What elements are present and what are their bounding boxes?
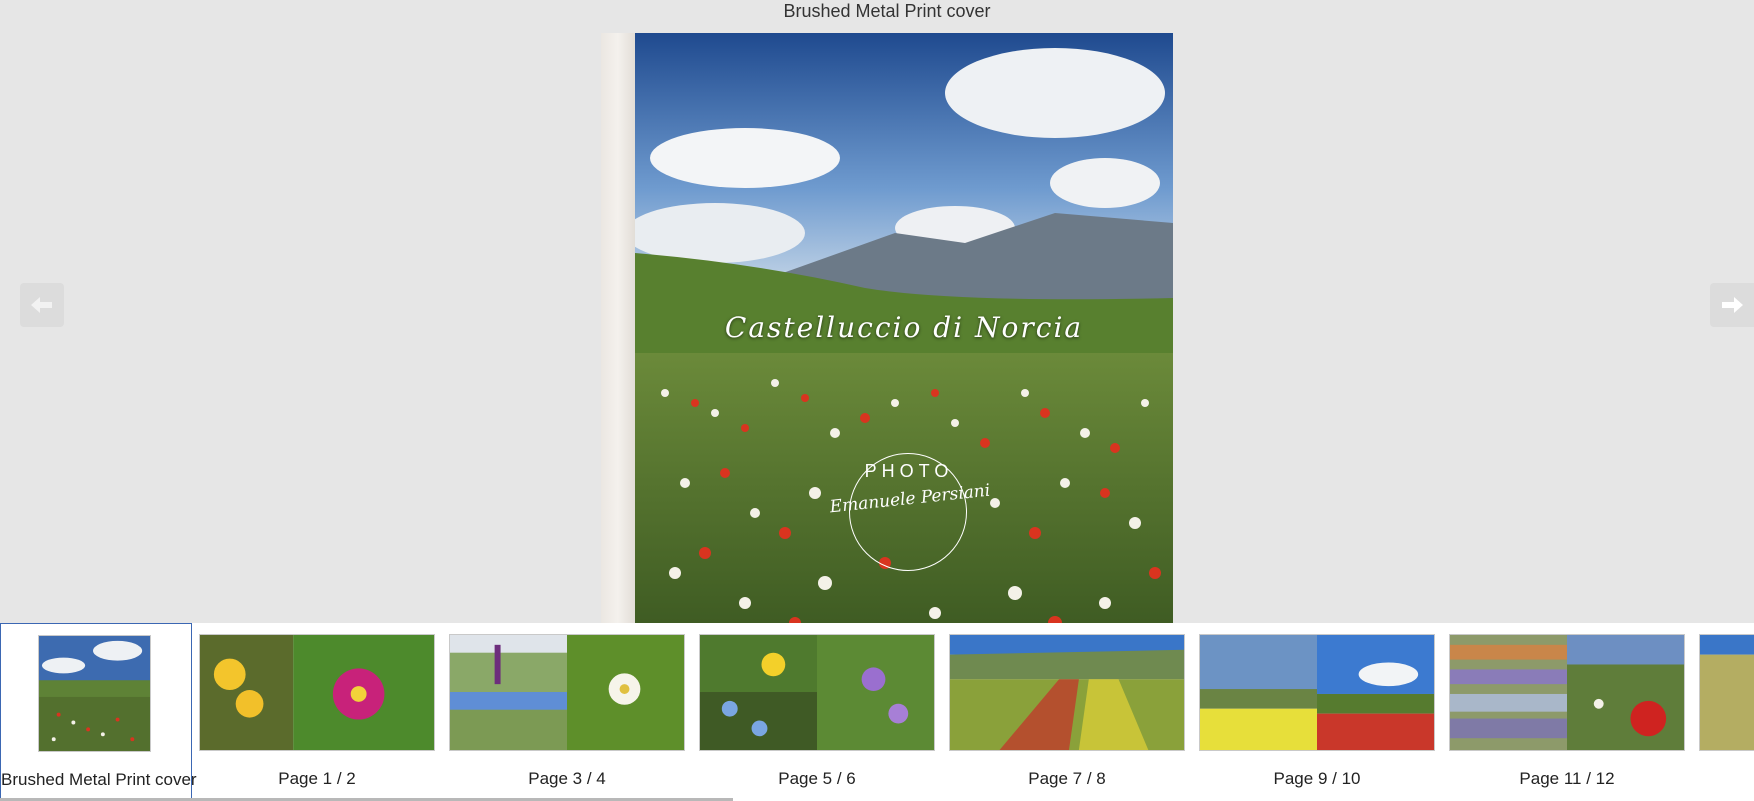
arrow-right-icon — [1722, 297, 1743, 313]
page-title: Brushed Metal Print cover — [783, 1, 991, 21]
book-preview: Castelluccio di Norcia PHOTO Emanuele Pe… — [601, 33, 1173, 635]
thumbnail-strip[interactable]: Brushed Metal Print cover Page 1 / 2 Pag… — [0, 623, 1754, 801]
thumbnail-label: Page 1 / 2 — [278, 769, 356, 788]
thumbnail-page-1-2[interactable]: Page 1 / 2 — [199, 623, 435, 801]
thumbnail-label: Brushed Metal Print cover — [1, 770, 197, 789]
thumbnail-page-1-2-image — [199, 634, 435, 751]
thumbnail-cover-image — [38, 635, 151, 752]
thumbnail-cover[interactable]: Brushed Metal Print cover — [0, 623, 197, 801]
book-spine — [601, 33, 636, 635]
arrow-left-icon — [31, 297, 52, 313]
cover-title: Castelluccio di Norcia — [724, 311, 1084, 344]
thumbnail-page-3-4[interactable]: Page 3 / 4 — [449, 623, 685, 801]
thumbnail-label: Page 5 / 6 — [778, 769, 856, 788]
cover-image: Castelluccio di Norcia PHOTO Emanuele Pe… — [635, 33, 1173, 635]
thumbnail-page-11-12[interactable]: Page 11 / 12 — [1449, 623, 1685, 801]
thumbnail-label: Page 3 / 4 — [528, 769, 606, 788]
thumbnail-partial-image — [1699, 634, 1754, 751]
thumbnail-label: Page 11 / 12 — [1519, 769, 1615, 788]
logo-text: PHOTO — [864, 461, 954, 481]
thumbnail-page-9-10-image — [1199, 634, 1435, 751]
thumbnail-label: Page 7 / 8 — [1028, 769, 1106, 788]
thumbnail-page-5-6-image — [699, 634, 935, 751]
thumbnail-page-7-8[interactable]: Page 7 / 8 — [949, 623, 1185, 801]
thumbnail-page-11-12-image — [1449, 634, 1685, 751]
thumbnail-page-next-partial[interactable] — [1699, 623, 1754, 801]
thumbnail-label: Page 9 / 10 — [1273, 769, 1361, 788]
thumbnail-page-5-6[interactable]: Page 5 / 6 — [699, 623, 935, 801]
next-page-button[interactable] — [1710, 283, 1754, 327]
previous-page-button[interactable] — [20, 283, 64, 327]
thumbnail-page-9-10[interactable]: Page 9 / 10 — [1199, 623, 1435, 801]
thumbnail-page-3-4-image — [449, 634, 685, 751]
thumbnail-page-7-8-image — [949, 634, 1185, 751]
